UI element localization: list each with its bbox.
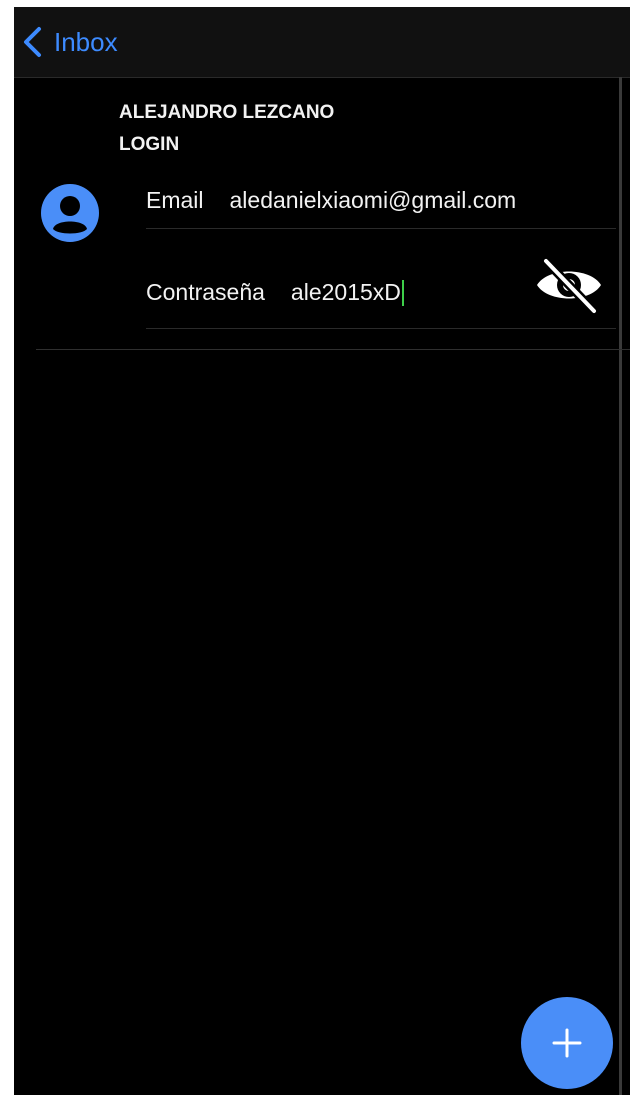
app-screen: Inbox ALEJANDRO LEZCANO LOGIN Email aled…: [14, 7, 630, 1095]
eye-slash-icon: [537, 256, 601, 316]
back-button[interactable]: Inbox: [22, 23, 118, 61]
add-button[interactable]: [521, 997, 613, 1089]
toggle-visibility-button[interactable]: [534, 254, 604, 316]
password-label: Contraseña: [146, 279, 265, 305]
back-label: Inbox: [54, 27, 118, 57]
entry-owner: ALEJANDRO LEZCANO: [119, 102, 335, 123]
section-divider: [36, 349, 630, 350]
navigation-bar: Inbox: [14, 7, 630, 78]
plus-icon: [552, 1028, 582, 1058]
email-field[interactable]: aledanielxiaomi@gmail.com: [230, 187, 517, 214]
scrollbar-edge: [619, 77, 622, 1095]
text-cursor: [401, 280, 404, 307]
chevron-left-icon: [24, 27, 41, 57]
person-circle-icon: [41, 184, 99, 242]
email-label: Email: [146, 186, 204, 213]
entry-title: LOGIN: [119, 134, 180, 155]
password-field[interactable]: ale2015xD: [291, 279, 404, 307]
password-value: ale2015xD: [290, 278, 401, 305]
email-row: Email aledanielxiaomi@gmail.com: [146, 172, 616, 229]
